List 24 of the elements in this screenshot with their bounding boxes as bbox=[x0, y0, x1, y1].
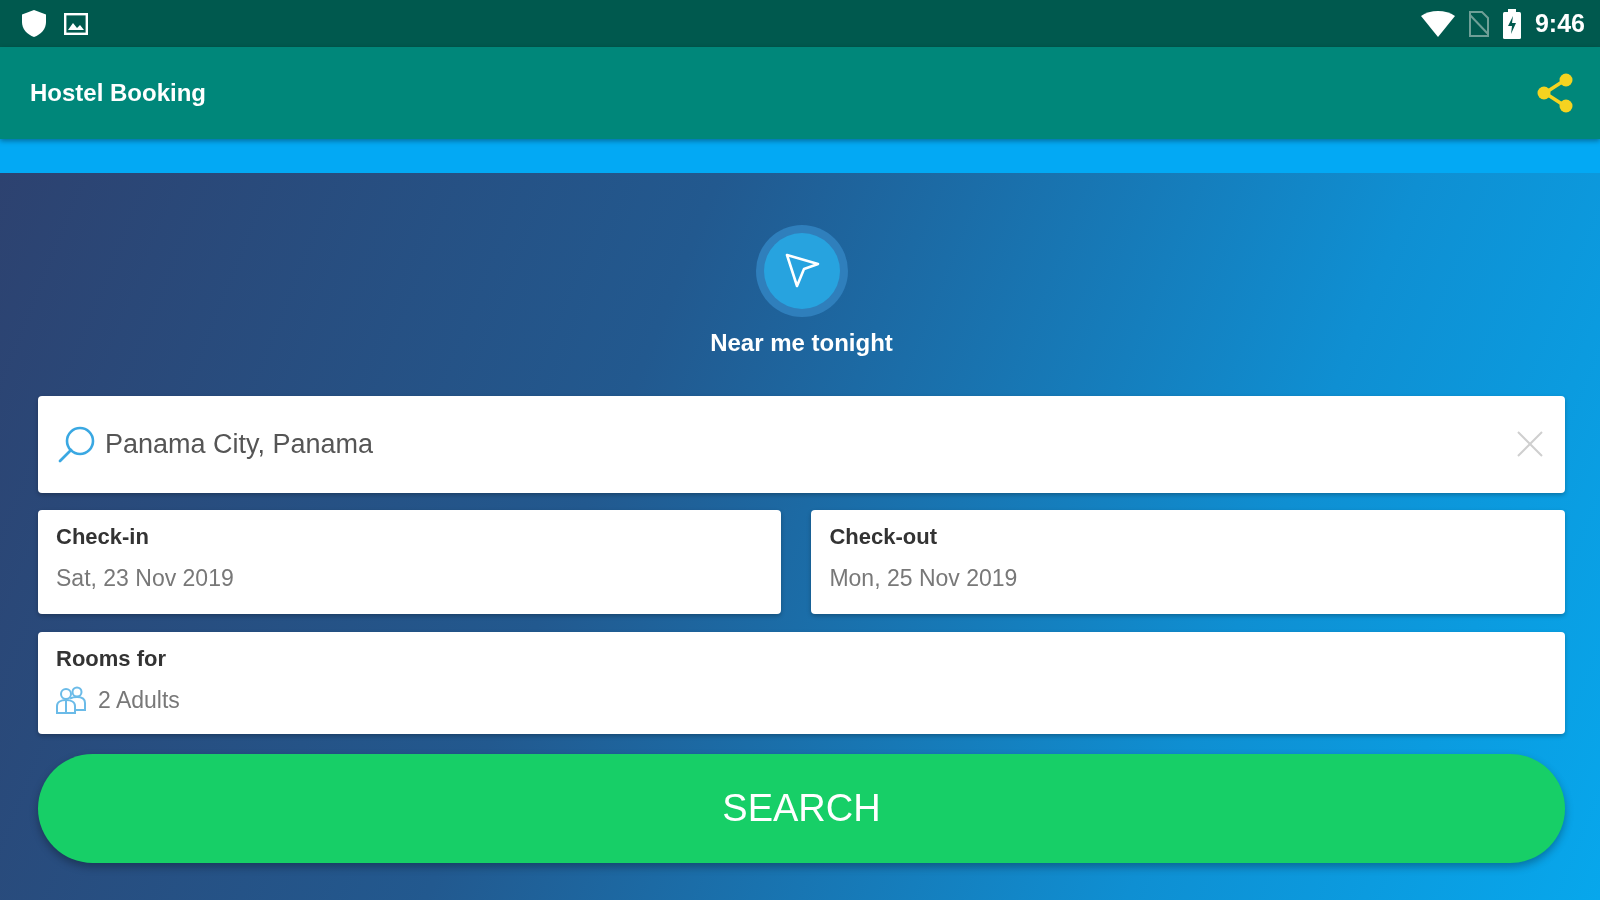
guests-label: Rooms for bbox=[56, 644, 166, 673]
people-icon bbox=[56, 685, 86, 714]
guests-card[interactable]: Rooms for 2 Adults bbox=[38, 631, 1565, 734]
share-icon bbox=[1536, 73, 1574, 113]
wifi-icon bbox=[1420, 10, 1455, 37]
search-field[interactable]: Panama City, Panama bbox=[38, 395, 1565, 493]
guests-value: 2 Adults bbox=[98, 685, 180, 714]
date-value: Sat, 23 Nov 2019 bbox=[56, 563, 234, 592]
battery-charging-icon bbox=[1502, 8, 1521, 39]
app-title: Hostel Booking bbox=[30, 78, 206, 108]
clock-time: 9:46 bbox=[1534, 11, 1585, 36]
date-value: Mon, 25 Nov 2019 bbox=[829, 563, 1018, 592]
date-label: Check-out bbox=[829, 522, 937, 551]
search-icon bbox=[58, 424, 96, 463]
no-sim-icon bbox=[1468, 10, 1489, 37]
shield-icon bbox=[22, 10, 46, 37]
date-card[interactable]: Check-in Sat, 23 Nov 2019 bbox=[38, 509, 782, 614]
clear-button[interactable] bbox=[1517, 430, 1543, 457]
close-icon bbox=[1517, 430, 1543, 457]
share-button[interactable] bbox=[1536, 73, 1574, 113]
date-label: Check-in bbox=[56, 522, 149, 551]
image-icon bbox=[64, 12, 88, 35]
near-me-button[interactable]: Near me tonight bbox=[710, 225, 893, 358]
date-card[interactable]: Check-out Mon, 25 Nov 2019 bbox=[811, 509, 1565, 614]
